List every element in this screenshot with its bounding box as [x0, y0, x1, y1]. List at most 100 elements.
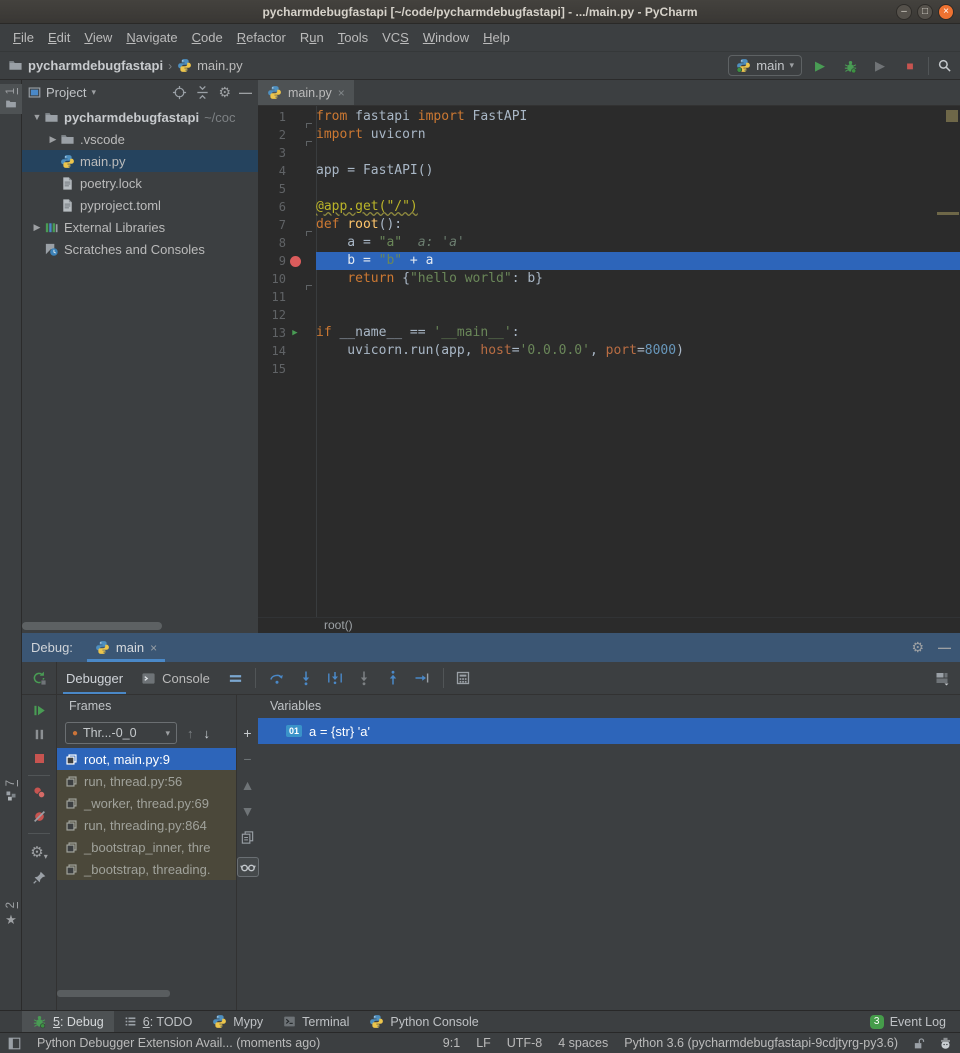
- tree-expand-arrow[interactable]: ▼: [30, 112, 44, 122]
- breadcrumb-item[interactable]: main.py: [197, 58, 243, 73]
- close-icon[interactable]: ×: [150, 641, 157, 655]
- variable-row[interactable]: 01a = {str} 'a': [258, 718, 960, 744]
- frame-row[interactable]: run, thread.py:56: [57, 770, 236, 792]
- gutter-line-3[interactable]: 3: [258, 144, 316, 162]
- stop-red-icon[interactable]: [32, 751, 47, 766]
- gutter-line-10[interactable]: 10: [258, 270, 316, 288]
- frames-horizontal-scrollbar[interactable]: [57, 990, 170, 997]
- status-item[interactable]: Python 3.6 (pycharmdebugfastapi-9cdjtyrg…: [624, 1036, 898, 1050]
- menu-refactor[interactable]: Refactor: [230, 27, 293, 48]
- window-maximize-button[interactable]: □: [917, 4, 933, 20]
- gutter-line-1[interactable]: 1: [258, 108, 316, 126]
- step-out-icon[interactable]: [385, 670, 401, 686]
- menu-tools[interactable]: Tools: [331, 27, 375, 48]
- code-line-2[interactable]: 2import uvicorn: [258, 126, 960, 144]
- thread-selector[interactable]: ● Thr...-0_0 ▾: [65, 722, 177, 744]
- menu-window[interactable]: Window: [416, 27, 476, 48]
- rerun-icon[interactable]: [31, 670, 47, 686]
- status-item[interactable]: UTF-8: [507, 1036, 542, 1050]
- debug-view-menu[interactable]: [219, 662, 252, 694]
- breakpoint-icon[interactable]: [290, 256, 301, 267]
- code-line-15[interactable]: 15: [258, 360, 960, 378]
- editor-breadcrumb[interactable]: root(): [258, 617, 960, 633]
- evaluate-expression-icon[interactable]: [455, 662, 471, 694]
- tree-item--vscode[interactable]: ▶.vscode: [22, 128, 258, 150]
- menu-navigate[interactable]: Navigate: [119, 27, 184, 48]
- show-watches-icon[interactable]: [237, 857, 259, 877]
- gutter-line-6[interactable]: 6: [258, 198, 316, 216]
- gutter-line-13[interactable]: 13▶: [258, 324, 316, 342]
- code-line-6[interactable]: 6@app.get("/"): [258, 198, 960, 216]
- run-line-icon[interactable]: ▶: [292, 324, 297, 342]
- frame-row[interactable]: run, threading.py:864: [57, 814, 236, 836]
- breadcrumb-item[interactable]: pycharmdebugfastapi: [28, 58, 163, 73]
- tree-item-scratches-and-consoles[interactable]: Scratches and Consoles: [22, 238, 258, 260]
- lock-icon[interactable]: [912, 1037, 925, 1050]
- gutter-line-9[interactable]: 9: [258, 252, 316, 270]
- status-item[interactable]: LF: [476, 1036, 491, 1050]
- status-item[interactable]: 9:1: [443, 1036, 460, 1050]
- pause-icon[interactable]: [32, 727, 47, 742]
- tool-window-button-mypy[interactable]: Mypy: [202, 1011, 273, 1032]
- debug-tab-debugger[interactable]: Debugger: [57, 662, 132, 694]
- window-minimize-button[interactable]: –: [896, 4, 912, 20]
- gutter-line-15[interactable]: 15: [258, 360, 316, 378]
- tool-window-button-project[interactable]: 1: [0, 84, 22, 114]
- menu-run[interactable]: Run: [293, 27, 331, 48]
- gutter-line-4[interactable]: 4: [258, 162, 316, 180]
- pin-icon[interactable]: [32, 870, 47, 885]
- gutter-line-14[interactable]: 14: [258, 342, 316, 360]
- menu-code[interactable]: Code: [185, 27, 230, 48]
- force-step-into-icon[interactable]: [356, 670, 372, 686]
- menu-help[interactable]: Help: [476, 27, 517, 48]
- code-line-14[interactable]: 14 uvicorn.run(app, host='0.0.0.0', port…: [258, 342, 960, 360]
- run-button[interactable]: ▶: [810, 57, 830, 74]
- step-into-icon[interactable]: [298, 670, 314, 686]
- run-config-selector[interactable]: main▾: [728, 55, 802, 76]
- menu-vcs[interactable]: VCS: [375, 27, 416, 48]
- add-watch-button[interactable]: +: [243, 726, 251, 740]
- run-with-coverage-button[interactable]: ▶: [870, 57, 890, 74]
- code-line-13[interactable]: 13▶if __name__ == '__main__':: [258, 324, 960, 342]
- settings-icon[interactable]: ⚙: [911, 639, 924, 656]
- view-breakpoints-icon[interactable]: [32, 785, 47, 800]
- mute-breakpoints-icon[interactable]: [32, 809, 47, 824]
- collapse-all-icon[interactable]: [195, 85, 210, 100]
- debug-session-tab[interactable]: main ×: [87, 633, 165, 662]
- code-line-4[interactable]: 4app = FastAPI(): [258, 162, 960, 180]
- settings-icon[interactable]: ⚙: [218, 84, 231, 101]
- tool-window-toggle-icon[interactable]: [8, 1037, 21, 1050]
- copy-frames-icon[interactable]: [240, 830, 255, 845]
- editor-tab-main-py[interactable]: main.py ×: [258, 80, 354, 105]
- step-over-icon[interactable]: [269, 670, 285, 686]
- code-line-10[interactable]: 10 return {"hello world": b}: [258, 270, 960, 288]
- run-to-cursor-icon[interactable]: [414, 670, 430, 686]
- scrollbar-warning-mark[interactable]: [937, 212, 959, 215]
- step-into-my-code-icon[interactable]: [327, 670, 343, 686]
- tool-window-button-todo[interactable]: 6: TODO: [114, 1011, 203, 1032]
- frame-row[interactable]: root, main.py:9: [57, 748, 236, 770]
- code-line-1[interactable]: 1from fastapi import FastAPI: [258, 108, 960, 126]
- code-line-9[interactable]: 9 b = "b" + a: [258, 252, 960, 270]
- gutter-line-8[interactable]: 8: [258, 234, 316, 252]
- code-line-11[interactable]: 11: [258, 288, 960, 306]
- tool-window-button-debug[interactable]: 5: Debug: [22, 1011, 114, 1032]
- code-area[interactable]: 1from fastapi import FastAPI2import uvic…: [258, 106, 960, 617]
- code-line-5[interactable]: 5: [258, 180, 960, 198]
- debug-tab-console[interactable]: Console: [132, 662, 219, 694]
- tool-window-button-terminal[interactable]: Terminal: [273, 1011, 359, 1032]
- tree-item-poetry-lock[interactable]: poetry.lock: [22, 172, 258, 194]
- hector-inspections-icon[interactable]: [939, 1037, 952, 1050]
- locate-icon[interactable]: [172, 85, 187, 100]
- frame-row[interactable]: _bootstrap_inner, thre: [57, 836, 236, 858]
- frame-row[interactable]: _bootstrap, threading.: [57, 858, 236, 880]
- menu-edit[interactable]: Edit: [41, 27, 77, 48]
- hide-icon[interactable]: —: [239, 85, 252, 100]
- tree-expand-arrow[interactable]: ▶: [30, 222, 44, 233]
- gutter-line-7[interactable]: 7: [258, 216, 316, 234]
- tree-item-main-py[interactable]: main.py: [22, 150, 258, 172]
- scroll-up-button[interactable]: ▲: [241, 778, 255, 792]
- code-line-12[interactable]: 12: [258, 306, 960, 324]
- previous-frame-icon[interactable]: ↑: [187, 726, 194, 741]
- layout-settings-icon[interactable]: [934, 670, 950, 686]
